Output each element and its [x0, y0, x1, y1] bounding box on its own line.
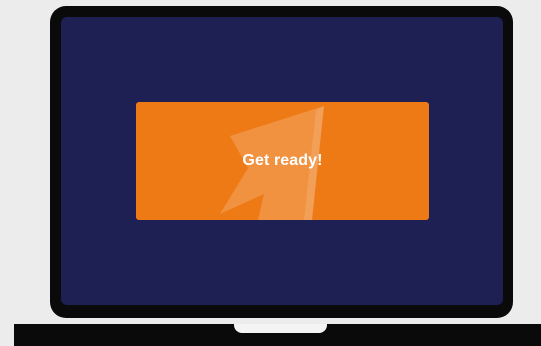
get-ready-banner: Get ready!: [136, 102, 429, 220]
banner-message: Get ready!: [242, 152, 323, 169]
laptop-screen: Get ready!: [61, 17, 503, 305]
page: Get ready!: [0, 0, 541, 346]
laptop-notch: [234, 324, 327, 333]
